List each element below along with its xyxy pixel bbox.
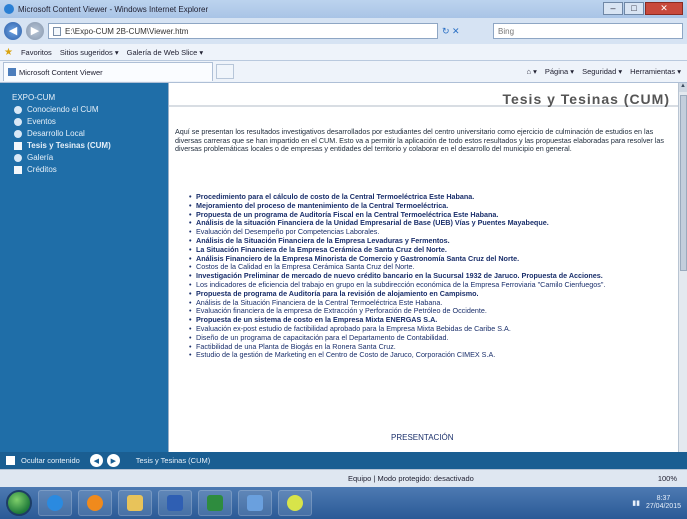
content-pane: Tesis y Tesinas (CUM) Aquí se presentan … xyxy=(168,83,678,452)
search-input[interactable]: Bing xyxy=(493,23,683,39)
favorites-suggested-sites[interactable]: Sitios sugeridos ▾ xyxy=(60,48,119,57)
back-button[interactable]: ◀ xyxy=(4,22,22,40)
page-icon xyxy=(53,26,61,36)
maximize-button[interactable]: □ xyxy=(624,2,644,15)
thesis-list: Procedimiento para el cálculo de costo d… xyxy=(189,192,679,360)
protected-mode-status[interactable]: Equipo | Modo protegido: desactivado xyxy=(348,474,474,483)
tab-row: Microsoft Content Viewer ⌂ ▾ Página ▾ Se… xyxy=(0,61,687,83)
status-bar: Equipo | Modo protegido: desactivado 100… xyxy=(0,469,687,487)
media-icon xyxy=(87,495,103,511)
menu-tools[interactable]: Herramientas ▾ xyxy=(630,67,681,76)
sidebar-item-label: Tesis y Tesinas (CUM) xyxy=(27,141,111,150)
thesis-list-item[interactable]: Estudio de la gestión de Marketing en el… xyxy=(189,351,679,360)
hide-content-button[interactable]: Ocultar contenido xyxy=(21,456,80,465)
globe-icon xyxy=(14,105,22,114)
globe-icon xyxy=(14,129,22,138)
tab-content-viewer[interactable]: Microsoft Content Viewer xyxy=(3,62,213,81)
taskbar-paint-button[interactable] xyxy=(278,490,312,516)
sidebar: EXPO-CUM Conociendo el CUM Eventos Desar… xyxy=(0,83,168,452)
globe-icon xyxy=(14,153,22,162)
sidebar-item-galeria[interactable]: Galería xyxy=(0,150,168,162)
sidebar-item-desarrollo[interactable]: Desarrollo Local xyxy=(0,126,168,138)
new-tab-button[interactable] xyxy=(216,64,234,79)
sidebar-item-conociendo[interactable]: Conociendo el CUM xyxy=(0,102,168,114)
command-bar: ⌂ ▾ Página ▾ Seguridad ▾ Herramientas ▾ xyxy=(526,67,687,76)
sidebar-item-label: Eventos xyxy=(27,117,56,126)
network-icon[interactable]: ▮▮ xyxy=(632,499,640,507)
document-icon xyxy=(14,165,22,174)
content-header: Tesis y Tesinas (CUM) xyxy=(169,83,678,107)
close-button[interactable]: ✕ xyxy=(645,2,683,15)
clock-date: 27/04/2015 xyxy=(645,503,681,510)
globe-icon xyxy=(14,117,22,126)
menu-page[interactable]: Página ▾ xyxy=(545,67,574,76)
sidebar-item-tesis[interactable]: Tesis y Tesinas (CUM) xyxy=(0,138,168,150)
zoom-level[interactable]: 100% xyxy=(658,474,687,483)
next-page-icon[interactable]: ▶ xyxy=(106,454,120,467)
sidebar-item-label: Créditos xyxy=(27,165,57,174)
sidebar-item-label: Galería xyxy=(27,153,54,162)
window-titlebar: Microsoft Content Viewer - Windows Inter… xyxy=(0,0,687,18)
taskbar-excel-button[interactable] xyxy=(198,490,232,516)
scroll-up-icon[interactable]: ▲ xyxy=(679,83,687,92)
window-controls: – □ ✕ xyxy=(603,2,683,15)
favorites-star-icon[interactable]: ★ xyxy=(4,47,13,58)
sidebar-item-creditos[interactable]: Créditos xyxy=(0,162,168,174)
favorites-bar: ★ Favoritos Sitios sugeridos ▾ Galería d… xyxy=(0,44,687,61)
clock-time: 8:37 xyxy=(656,495,671,502)
system-tray: ▮▮ 8:37 27/04/2015 xyxy=(632,495,687,511)
taskbar-ie-button[interactable] xyxy=(38,490,72,516)
presentation-link[interactable]: PRESENTACIÓN xyxy=(391,433,454,442)
ie-icon xyxy=(47,495,63,511)
scroll-thumb[interactable] xyxy=(680,95,687,271)
favorites-web-slice[interactable]: Galería de Web Slice ▾ xyxy=(127,48,204,57)
current-location: Tesis y Tesinas (CUM) xyxy=(135,456,211,465)
word-icon xyxy=(167,495,183,511)
sidebar-title: EXPO-CUM xyxy=(12,93,56,102)
start-button[interactable] xyxy=(6,490,32,516)
address-field[interactable]: E:\Expo-CUM 2B-CUM\Viewer.htm xyxy=(48,23,438,39)
window-title: Microsoft Content Viewer - Windows Inter… xyxy=(18,4,209,14)
tab-page-icon xyxy=(8,68,16,76)
tab-label: Microsoft Content Viewer xyxy=(19,67,103,77)
vertical-scrollbar[interactable]: ▲ xyxy=(678,83,687,452)
clock[interactable]: 8:37 27/04/2015 xyxy=(646,495,681,511)
explorer-icon xyxy=(247,495,263,511)
previous-page-icon[interactable]: ◀ xyxy=(89,454,103,467)
address-bar-row: ◀ ▶ E:\Expo-CUM 2B-CUM\Viewer.htm ↻ ✕ Bi… xyxy=(0,18,687,44)
refresh-icon[interactable]: ↻ ✕ xyxy=(442,26,460,37)
sidebar-item-label: Desarrollo Local xyxy=(27,129,85,138)
taskbar-media-button[interactable] xyxy=(78,490,112,516)
content-nav-strip: Ocultar contenido ◀ ▶ Tesis y Tesinas (C… xyxy=(0,452,687,469)
taskbar: ▮▮ 8:37 27/04/2015 xyxy=(0,487,687,519)
folder-icon xyxy=(127,495,143,511)
document-icon xyxy=(14,141,22,150)
home-icon[interactable]: ⌂ ▾ xyxy=(526,67,536,76)
favorites-button[interactable]: Favoritos xyxy=(21,48,52,57)
minimize-button[interactable]: – xyxy=(603,2,623,15)
sidebar-item-eventos[interactable]: Eventos xyxy=(0,114,168,126)
ie-logo-icon xyxy=(4,4,14,14)
menu-security[interactable]: Seguridad ▾ xyxy=(582,67,622,76)
intro-paragraph: Aquí se presentan los resultados investi… xyxy=(175,127,664,154)
search-placeholder: Bing xyxy=(498,26,515,36)
excel-icon xyxy=(207,495,223,511)
forward-button[interactable]: ▶ xyxy=(26,22,44,40)
address-url: E:\Expo-CUM 2B-CUM\Viewer.htm xyxy=(65,26,189,36)
taskbar-explorer-button[interactable] xyxy=(238,490,272,516)
taskbar-folder-button[interactable] xyxy=(118,490,152,516)
paint-icon xyxy=(287,495,303,511)
page-title: Tesis y Tesinas (CUM) xyxy=(502,91,670,107)
hide-content-icon[interactable] xyxy=(6,456,15,465)
sidebar-item-label: Conociendo el CUM xyxy=(27,105,99,114)
taskbar-word-button[interactable] xyxy=(158,490,192,516)
